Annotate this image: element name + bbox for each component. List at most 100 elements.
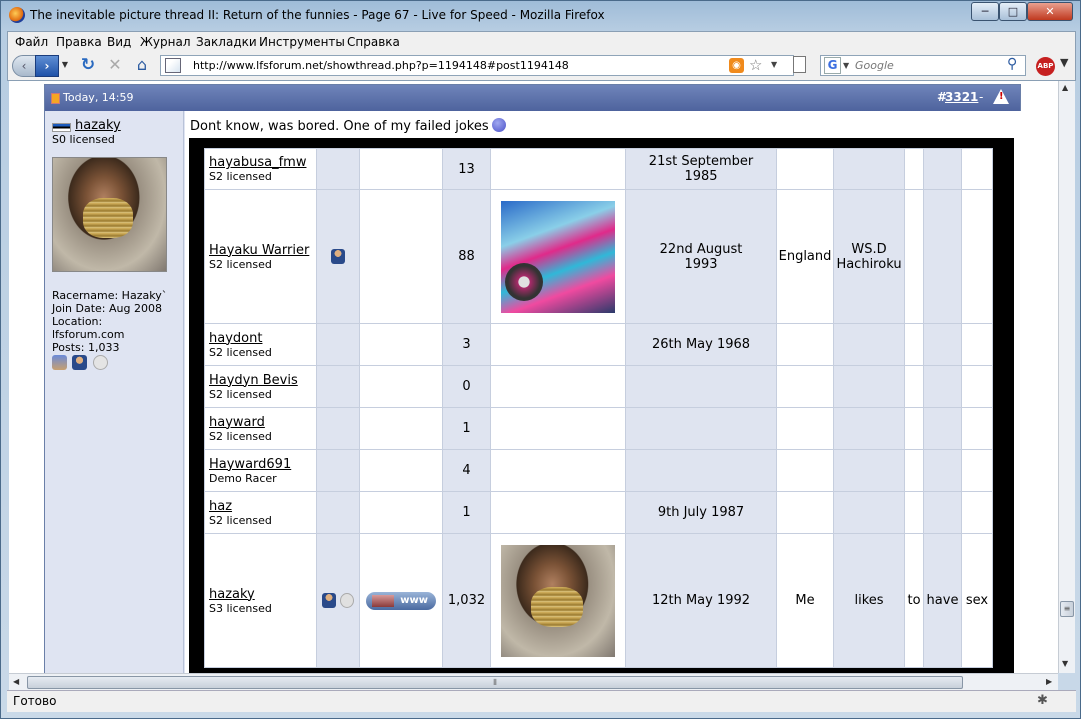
member-birthday xyxy=(625,449,777,492)
author-posts: Posts: 1,033 xyxy=(52,341,120,354)
member-extra-1 xyxy=(904,323,924,366)
status-text: Готово xyxy=(13,694,57,708)
member-posts: 3 xyxy=(442,323,491,366)
search-box[interactable]: G ▼ Google ⚲ xyxy=(820,55,1026,76)
member-car xyxy=(833,148,905,190)
member-image-cell xyxy=(490,491,626,534)
menu-tools[interactable]: Инструменты xyxy=(259,35,345,49)
close-button[interactable]: ✕ xyxy=(1027,2,1073,21)
search-engine-dropdown-icon[interactable]: ▼ xyxy=(843,61,849,70)
member-location xyxy=(776,491,834,534)
maximize-button[interactable]: □ xyxy=(999,2,1027,21)
member-license: S2 licensed xyxy=(209,429,272,443)
stop-icon[interactable]: ✕ xyxy=(105,55,125,77)
member-posts: 1 xyxy=(442,407,491,450)
reload-icon[interactable]: ↻ xyxy=(78,55,98,77)
member-name-cell: Hayward691 Demo Racer xyxy=(204,449,317,492)
table-row: hazaky S3 licensed www 1,032 12th May 1992 Me… xyxy=(204,533,993,668)
browser-window: The inevitable picture thread II: Return… xyxy=(0,0,1081,719)
history-dropdown-icon[interactable]: ▼ xyxy=(59,55,71,77)
member-birthday: 12th May 1992 xyxy=(625,533,777,668)
navigation-toolbar: ‹ › ▼ ↻ ✕ ⌂ http://www.lfsforum.net/show… xyxy=(8,52,1075,80)
member-location: Me xyxy=(776,533,834,668)
menu-bar: Файл Правка Вид Журнал Закладки Инструме… xyxy=(8,32,1075,52)
member-extra-3 xyxy=(961,189,993,324)
status-bug-icon[interactable]: ✱ xyxy=(1037,693,1048,708)
user-info-panel: hazaky S0 licensed Racername: Hazaky` Jo… xyxy=(45,111,184,673)
horizontal-scroll-thumb[interactable]: ⦀ xyxy=(27,676,963,689)
member-homepage-cell xyxy=(359,189,443,324)
author-name-link[interactable]: hazaky xyxy=(75,118,121,133)
offline-status-icon xyxy=(93,355,108,370)
member-location xyxy=(776,148,834,190)
menu-file[interactable]: Файл xyxy=(15,35,48,49)
menu-edit[interactable]: Правка xyxy=(56,35,102,49)
author-location-label: Location: xyxy=(52,315,103,328)
google-engine-icon[interactable]: G xyxy=(824,57,841,74)
member-icons-cell xyxy=(316,407,360,450)
forward-button[interactable]: › xyxy=(35,55,59,77)
member-name-cell: hayabusa_fmw S2 licensed xyxy=(204,148,317,190)
member-extra-2 xyxy=(923,449,962,492)
estonia-flag-icon xyxy=(52,123,71,132)
back-button[interactable]: ‹ xyxy=(12,55,36,77)
report-warning-icon[interactable] xyxy=(993,89,1009,104)
profile-icon[interactable] xyxy=(72,355,87,370)
member-icons-cell xyxy=(316,323,360,366)
author-racername: Racername: Hazaky` xyxy=(52,289,168,302)
adblock-icon[interactable]: ABP xyxy=(1036,57,1055,76)
menu-help[interactable]: Справка xyxy=(347,35,400,49)
vertical-scroll-thumb[interactable]: ≡ xyxy=(1060,601,1074,617)
member-extra-3 xyxy=(961,449,993,492)
member-homepage-cell: www xyxy=(359,533,443,668)
search-icon[interactable]: ⚲ xyxy=(1007,56,1017,72)
url-dropdown-icon[interactable]: ▼ xyxy=(771,60,777,69)
toolbar-overflow-icon[interactable]: ▼ xyxy=(1060,56,1068,69)
member-name-link[interactable]: hayabusa_fmw xyxy=(209,155,316,170)
member-name-link[interactable]: hazaky xyxy=(209,587,316,602)
member-list-table: hayabusa_fmw S2 licensed 13 21st September … xyxy=(204,148,993,668)
rss-feed-icon[interactable]: ◉ xyxy=(729,58,744,73)
address-bar[interactable]: http://www.lfsforum.net/showthread.php?p… xyxy=(160,55,794,76)
vertical-scrollbar[interactable]: ▲ ≡ ▼ xyxy=(1058,81,1075,673)
bookmark-star-icon[interactable]: ☆ xyxy=(749,56,762,74)
friends-icon[interactable] xyxy=(52,355,67,370)
scroll-down-icon[interactable]: ▼ xyxy=(1062,659,1068,668)
url-text[interactable]: http://www.lfsforum.net/showthread.php?p… xyxy=(193,59,569,72)
member-avatar xyxy=(501,544,615,657)
member-car: likes xyxy=(833,533,905,668)
home-icon[interactable]: ⌂ xyxy=(132,55,152,77)
post-date: Today, 14:59 xyxy=(63,91,134,104)
member-name-link[interactable]: hayward xyxy=(209,415,316,430)
minimize-button[interactable]: ─ xyxy=(971,2,999,21)
scroll-right-icon[interactable]: ▶ xyxy=(1046,677,1052,686)
member-name-link[interactable]: haydont xyxy=(209,331,316,346)
menu-bookmarks[interactable]: Закладки xyxy=(196,35,257,49)
post-number-link[interactable]: 3321 xyxy=(945,90,978,104)
member-posts: 0 xyxy=(442,365,491,408)
page-icon[interactable] xyxy=(793,56,806,73)
horizontal-scrollbar[interactable]: ◀ ⦀ ▶ xyxy=(9,673,1058,690)
member-name-cell: haz S2 licensed xyxy=(204,491,317,534)
member-name-link[interactable]: Hayaku Warrier xyxy=(209,243,316,258)
member-name-link[interactable]: haz xyxy=(209,499,316,514)
scroll-left-icon[interactable]: ◀ xyxy=(13,677,19,686)
member-extra-1 xyxy=(904,449,924,492)
member-car xyxy=(833,449,905,492)
menu-view[interactable]: Вид xyxy=(107,35,131,49)
profile-icon[interactable] xyxy=(331,249,345,264)
member-car xyxy=(833,407,905,450)
member-car: WS.D Hachiroku xyxy=(833,189,905,324)
search-input[interactable]: Google xyxy=(855,59,894,72)
member-name-cell: hazaky S3 licensed xyxy=(204,533,317,668)
member-extra-1: to xyxy=(904,533,924,668)
scroll-up-icon[interactable]: ▲ xyxy=(1062,83,1068,92)
member-name-link[interactable]: Hayward691 xyxy=(209,457,316,472)
profile-icon[interactable] xyxy=(322,593,336,608)
member-extra-1 xyxy=(904,365,924,408)
member-car xyxy=(833,491,905,534)
member-name-link[interactable]: Haydyn Bevis xyxy=(209,373,316,388)
menu-history[interactable]: Журнал xyxy=(140,35,191,49)
member-extra-2 xyxy=(923,323,962,366)
homepage-www-button[interactable]: www xyxy=(366,591,436,610)
